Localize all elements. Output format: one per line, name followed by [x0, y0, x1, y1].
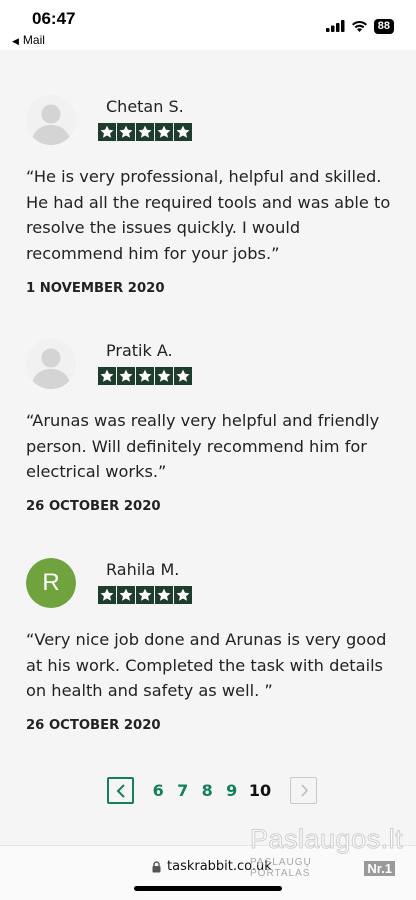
star-icon	[98, 586, 117, 604]
star-icon	[154, 586, 174, 604]
star-icon	[98, 367, 117, 385]
previous-page-button[interactable]	[107, 777, 134, 804]
star-rating	[98, 586, 192, 604]
battery-indicator: 88	[373, 19, 394, 34]
review-text: “He is very professional, helpful and sk…	[26, 167, 391, 263]
lock-icon	[152, 860, 161, 872]
page-link-8[interactable]: 8	[195, 781, 220, 800]
star-icon	[173, 586, 192, 604]
status-time: 06:47	[32, 9, 76, 28]
page-link-9[interactable]: 9	[220, 781, 245, 800]
person-placeholder-icon	[26, 95, 76, 145]
review-date: 1 NOVEMBER 2020	[26, 281, 165, 296]
star-rating	[98, 367, 192, 385]
watermark-subtitle: PASLAUGŲ PORTALAS Nr.1	[250, 857, 395, 879]
chevron-left-icon	[116, 783, 125, 798]
star-icon	[135, 123, 155, 141]
pagination: 6 7 8 9 10	[107, 777, 317, 804]
review-date: 26 OCTOBER 2020	[26, 499, 161, 514]
review-card: Chetan S. “He is very professional, help…	[26, 95, 396, 305]
reviewer-name: Rahila M.	[106, 560, 180, 579]
person-placeholder-icon	[26, 339, 76, 389]
watermark-title: Paslaugos.lt	[250, 824, 404, 855]
back-label: Mail	[22, 33, 45, 47]
star-icon	[116, 367, 136, 385]
signal-icon	[325, 17, 345, 36]
chevron-right-icon	[300, 784, 308, 797]
status-icons: 88	[325, 17, 394, 36]
review-text: “Very nice job done and Arunas is very g…	[26, 630, 387, 700]
review-card: R Rahila M. “Very nice job done and Arun…	[26, 558, 396, 743]
status-bar: 06:47 ◀ Mail 88	[0, 0, 416, 50]
paslaugos-watermark-logo: Paslaugos.lt PASLAUGŲ PORTALAS Nr.1	[250, 824, 404, 880]
wifi-icon	[351, 17, 368, 36]
star-icon	[98, 123, 117, 141]
page-link-7[interactable]: 7	[171, 781, 196, 800]
star-icon	[154, 367, 174, 385]
watermark-badge: Nr.1	[364, 860, 395, 876]
star-icon	[154, 123, 174, 141]
star-icon	[135, 367, 155, 385]
star-icon	[135, 586, 155, 604]
star-icon	[116, 586, 136, 604]
review-date: 26 OCTOBER 2020	[26, 718, 161, 733]
avatar: R	[26, 558, 76, 608]
star-rating	[98, 123, 192, 141]
reviews-section: Chetan S. “He is very professional, help…	[0, 50, 416, 845]
review-card: Pratik A. “Arunas was really very helpfu…	[26, 339, 396, 524]
avatar-letter: R	[26, 558, 76, 608]
page-link-6[interactable]: 6	[146, 781, 171, 800]
star-icon	[173, 123, 192, 141]
back-to-mail-link[interactable]: ◀ Mail	[12, 33, 45, 47]
review-text: “Arunas was really very helpful and frie…	[26, 411, 380, 481]
current-page: 10	[248, 781, 272, 800]
reviewer-name: Chetan S.	[106, 97, 184, 116]
next-page-button[interactable]	[290, 777, 317, 804]
star-icon	[116, 123, 136, 141]
reviewer-name: Pratik A.	[106, 341, 173, 360]
star-icon	[173, 367, 192, 385]
back-arrow-icon: ◀	[12, 36, 19, 46]
home-indicator[interactable]	[134, 886, 282, 891]
watermark-subtitle-text: PASLAUGŲ PORTALAS	[250, 857, 312, 879]
